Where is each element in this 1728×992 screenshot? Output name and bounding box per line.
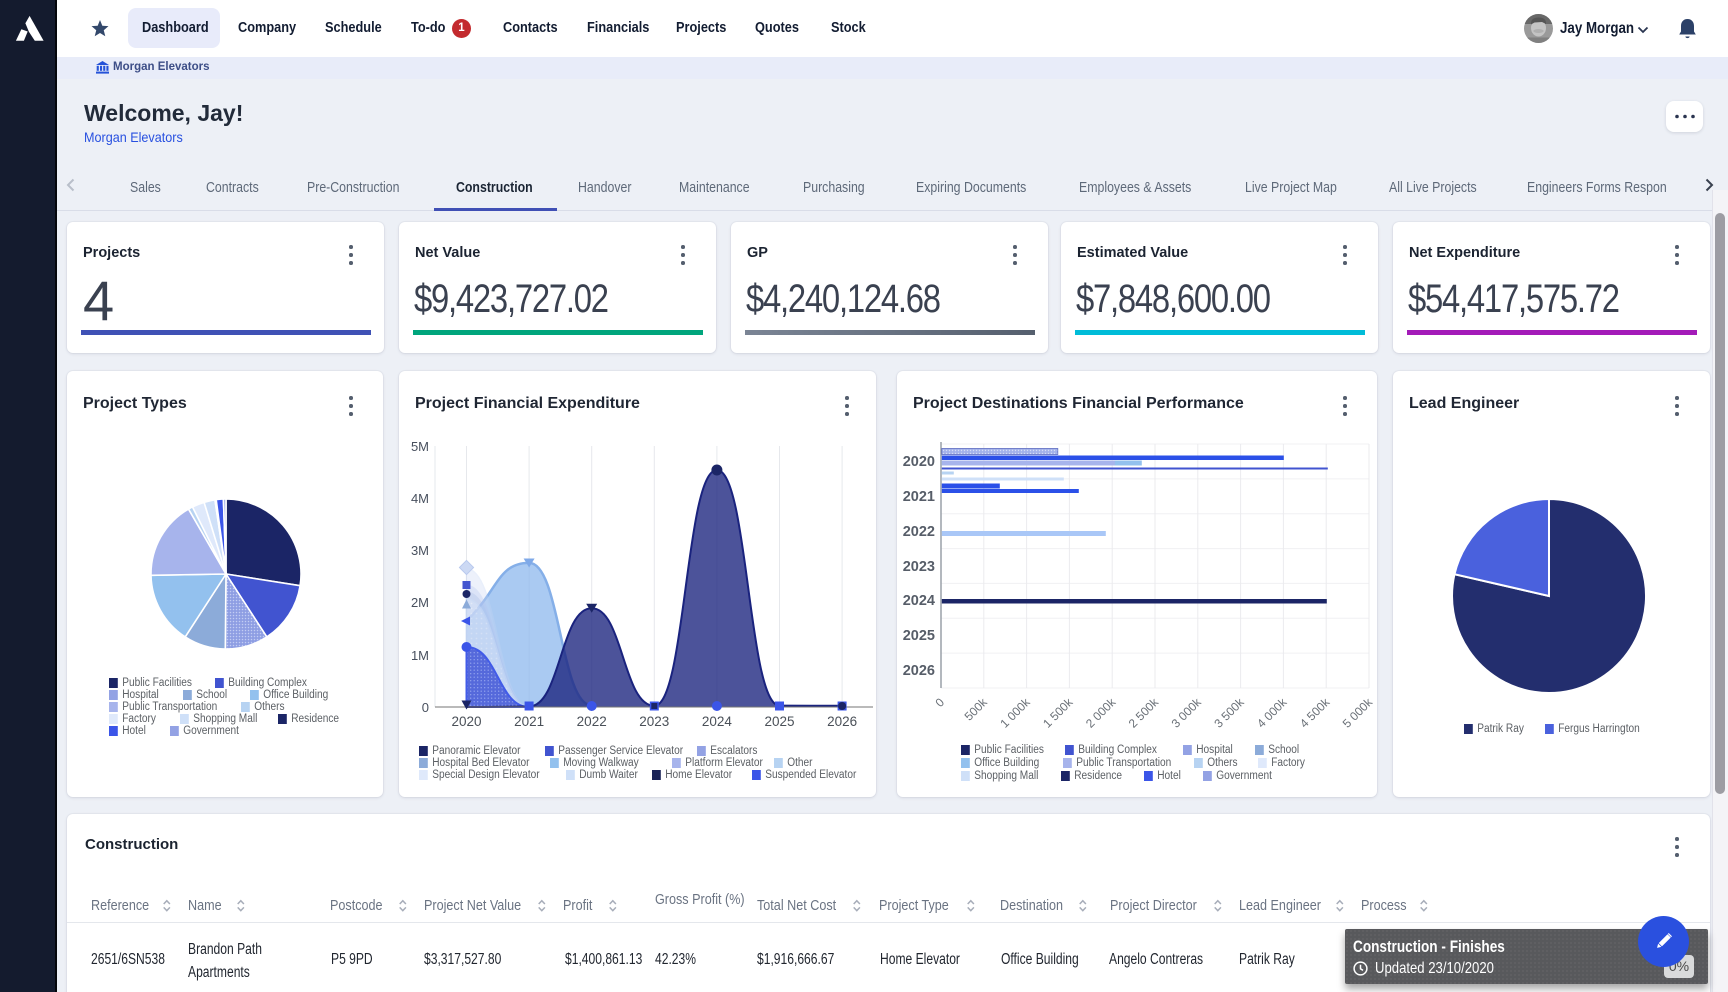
svg-text:1 000k: 1 000k: [997, 695, 1033, 731]
svg-text:2022: 2022: [577, 714, 607, 729]
svg-text:2025: 2025: [764, 714, 794, 729]
svg-text:2020: 2020: [451, 714, 481, 729]
svg-text:2023: 2023: [903, 559, 935, 575]
svg-text:2021: 2021: [903, 489, 935, 505]
svg-text:2026: 2026: [827, 714, 857, 729]
svg-text:5 000k: 5 000k: [1340, 695, 1376, 731]
svg-text:1 500k: 1 500k: [1040, 695, 1076, 731]
svg-text:2026: 2026: [903, 663, 935, 679]
svg-text:3M: 3M: [411, 543, 429, 558]
svg-text:0: 0: [422, 700, 429, 715]
svg-text:2022: 2022: [903, 524, 935, 540]
svg-text:4M: 4M: [411, 491, 429, 506]
svg-text:2021: 2021: [514, 714, 544, 729]
svg-text:3 000k: 3 000k: [1169, 695, 1205, 731]
svg-text:2M: 2M: [411, 595, 429, 610]
svg-text:2 000k: 2 000k: [1083, 695, 1119, 731]
svg-text:2023: 2023: [639, 714, 669, 729]
svg-text:500k: 500k: [962, 695, 991, 724]
svg-text:2025: 2025: [903, 628, 935, 644]
svg-text:1M: 1M: [411, 648, 429, 663]
svg-text:2024: 2024: [903, 593, 935, 609]
svg-text:0: 0: [932, 695, 947, 710]
svg-text:2 500k: 2 500k: [1126, 695, 1162, 731]
svg-text:2020: 2020: [903, 454, 935, 470]
svg-text:4 500k: 4 500k: [1297, 695, 1333, 731]
svg-text:5M: 5M: [411, 439, 429, 454]
svg-text:3 500k: 3 500k: [1211, 695, 1247, 731]
svg-text:4 000k: 4 000k: [1254, 695, 1290, 731]
svg-text:2024: 2024: [702, 714, 733, 729]
